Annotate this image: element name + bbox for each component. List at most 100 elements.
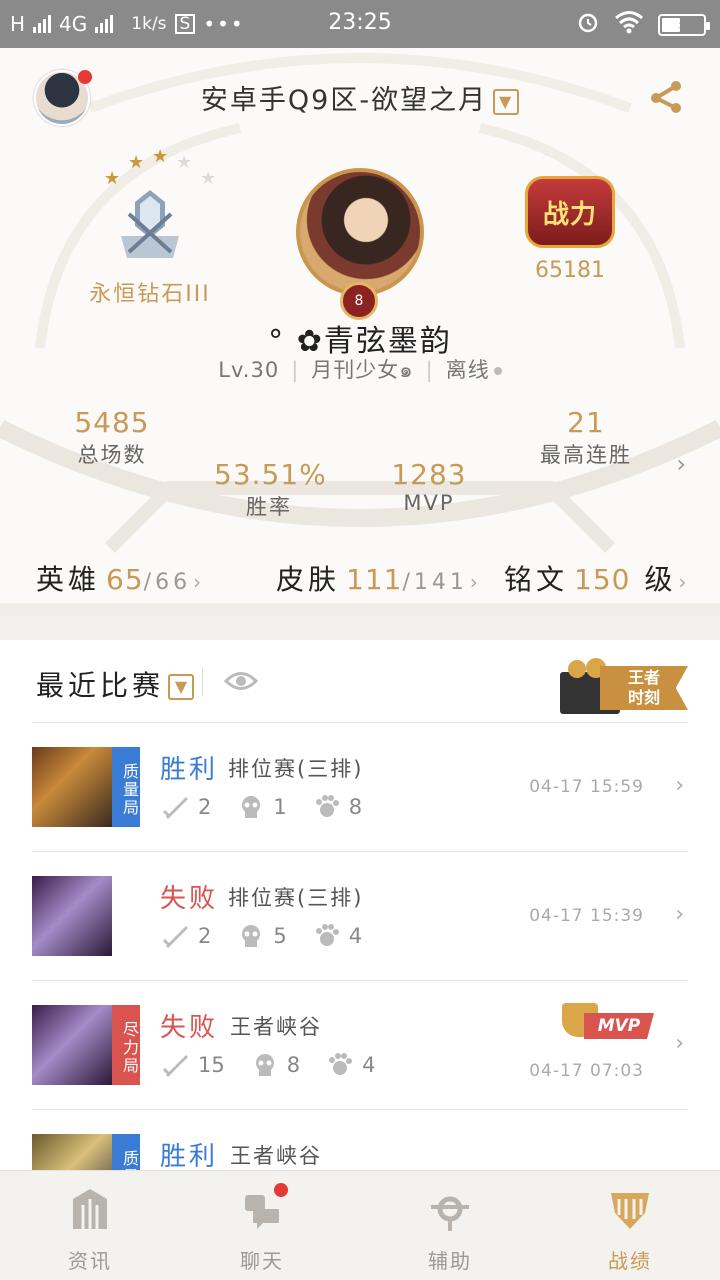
mvp-label: MVP (584, 1013, 654, 1039)
match-tag: 尽力局 (112, 1005, 140, 1085)
skins-count[interactable]: 皮肤 111/141 › (276, 558, 482, 598)
star-empty-icon: ★ (200, 168, 217, 189)
player-meta: Lv.30 | 月刊少女๑ | 离线 (0, 354, 720, 387)
sword-icon (162, 797, 188, 819)
match-row[interactable]: 尽力局 失败 王者峡谷 15 8 4 MVP 04-17 07:03 › (32, 980, 688, 1108)
heroes-count[interactable]: 英雄 65/66 › (36, 558, 205, 598)
match-result: 失败 (160, 1013, 219, 1043)
sword-icon (162, 1055, 188, 1077)
nav-record[interactable]: 战绩 (550, 1171, 710, 1280)
mvp-badge: MVP (558, 1001, 654, 1041)
chevron-right-icon: › (675, 773, 684, 798)
skins-label: 皮肤 (276, 563, 341, 596)
stat-label: 最高连胜 (540, 443, 632, 467)
divider (202, 668, 203, 696)
stat-win-rate: 53.51% 胜率 (214, 458, 327, 521)
match-row[interactable]: 质量局 胜利 排位赛(三排) 2 1 8 04-17 15:59 › (32, 722, 688, 850)
deaths: 5 (273, 924, 287, 948)
king-moment-button[interactable]: 王者 时刻 (560, 658, 688, 714)
star-icon: ★ (104, 168, 121, 189)
runes-unit: 级 (644, 563, 677, 596)
rank-name: 永恒钻石III (89, 282, 211, 307)
kills: 2 (198, 795, 212, 819)
rank-stars: ★ ★ ★ ★ ★ (60, 146, 240, 189)
assists: 8 (348, 795, 363, 819)
profile-card: 安卓手Q9区-欲望之月 ▼ ★ ★ ★ ★ ★ 永恒钻石III 8 战力 6518… (0, 48, 720, 616)
match-row[interactable]: 失败 排位赛(三排) 2 5 4 04-17 15:39 › (32, 851, 688, 979)
stat-label: MVP (403, 491, 455, 515)
assist-icon (431, 1196, 469, 1231)
chevron-down-icon: ▼ (168, 674, 195, 700)
skins-owned: 111 (346, 563, 403, 596)
wifi-icon (614, 10, 644, 39)
power-block[interactable]: 战力 65181 (500, 176, 640, 283)
power-icon: 战力 (525, 176, 615, 248)
news-icon (73, 1189, 107, 1229)
assist-paw-icon (315, 924, 339, 946)
skull-icon (242, 796, 261, 818)
chevron-right-icon: › (193, 570, 206, 594)
server-name: 安卓手Q9区-欲望之月 (200, 85, 488, 116)
match-mode: 排位赛(三排) (228, 886, 364, 910)
chevron-right-icon: › (675, 1031, 684, 1056)
nav-news[interactable]: 资讯 (10, 1171, 170, 1280)
nav-label: 资讯 (68, 1249, 112, 1273)
match-result: 胜利 (160, 755, 219, 785)
deaths: 8 (286, 1053, 301, 1077)
match-kda: 2 5 4 (162, 924, 388, 948)
hero-thumbnail (32, 876, 112, 956)
status-bar: H 4G 1k/s S ••• 23:25 ⚡ (0, 0, 720, 48)
chevron-right-icon: › (469, 570, 482, 594)
battery-icon: ⚡ (658, 13, 710, 36)
hero-thumbnail (32, 1134, 112, 1170)
matches-filter[interactable]: 最近比赛 ▼ (36, 664, 195, 704)
chevron-right-icon: › (678, 570, 691, 594)
diamond-rank-icon (121, 190, 179, 258)
nav-assist[interactable]: 辅助 (370, 1171, 530, 1280)
assist-paw-icon (315, 795, 339, 817)
match-mode: 排位赛(三排) (228, 757, 364, 781)
match-kda: 2 1 8 (162, 795, 388, 819)
heroes-owned: 65 (106, 563, 144, 596)
server-selector[interactable]: 安卓手Q9区-欲望之月 ▼ (0, 78, 720, 117)
hero-avatar[interactable] (296, 168, 424, 296)
collection-counts: 英雄 65/66 › 皮肤 111/141 › 铭文 150 级 › (0, 558, 720, 598)
level-badge: 8 (340, 282, 378, 320)
assists: 4 (348, 924, 363, 948)
record-icon (611, 1193, 649, 1229)
chevron-down-icon: ▼ (493, 88, 520, 115)
share-icon[interactable] (646, 76, 686, 116)
skull-icon (255, 1054, 274, 1076)
deaths: 1 (273, 795, 287, 819)
match-time: 04-17 15:39 (529, 906, 644, 926)
alarm-icon (576, 10, 600, 39)
stat-value: 1283 (391, 458, 467, 491)
bottom-nav: 资讯 聊天 辅助 战绩 (0, 1170, 720, 1280)
skins-total: 141 (413, 570, 468, 595)
stats-detail-arrow-icon[interactable]: › (676, 450, 686, 478)
player-title: 月刊少女๑ (311, 358, 414, 382)
sword-icon (162, 926, 188, 948)
skull-icon (242, 925, 261, 947)
match-mode: 王者峡谷 (230, 1144, 322, 1168)
player-level: Lv.30 (218, 358, 280, 382)
hero-thumbnail (32, 747, 112, 827)
stat-label: 胜率 (246, 495, 292, 519)
star-icon: ★ (152, 146, 169, 167)
match-result: 失败 (160, 884, 219, 914)
nav-label: 战绩 (608, 1249, 652, 1273)
chevron-right-icon: › (675, 902, 684, 927)
assist-paw-icon (329, 1053, 353, 1075)
stat-value: 5485 (74, 406, 150, 439)
hero-thumbnail (32, 1005, 112, 1085)
matches-header: 最近比赛 ▼ 王者 时刻 (0, 640, 720, 722)
runes-label: 铭文 (504, 563, 569, 596)
heroes-label: 英雄 (36, 563, 101, 596)
eye-icon[interactable] (224, 668, 258, 694)
runes-count[interactable]: 铭文 150 级 › (504, 558, 690, 598)
rank-block[interactable]: ★ ★ ★ ★ ★ 永恒钻石III (60, 146, 240, 308)
match-row[interactable]: 质量局 胜利 王者峡谷 (32, 1109, 688, 1170)
nav-chat[interactable]: 聊天 (182, 1171, 342, 1280)
match-tag: 质量局 (112, 747, 140, 827)
stat-value: 53.51% (214, 458, 327, 491)
